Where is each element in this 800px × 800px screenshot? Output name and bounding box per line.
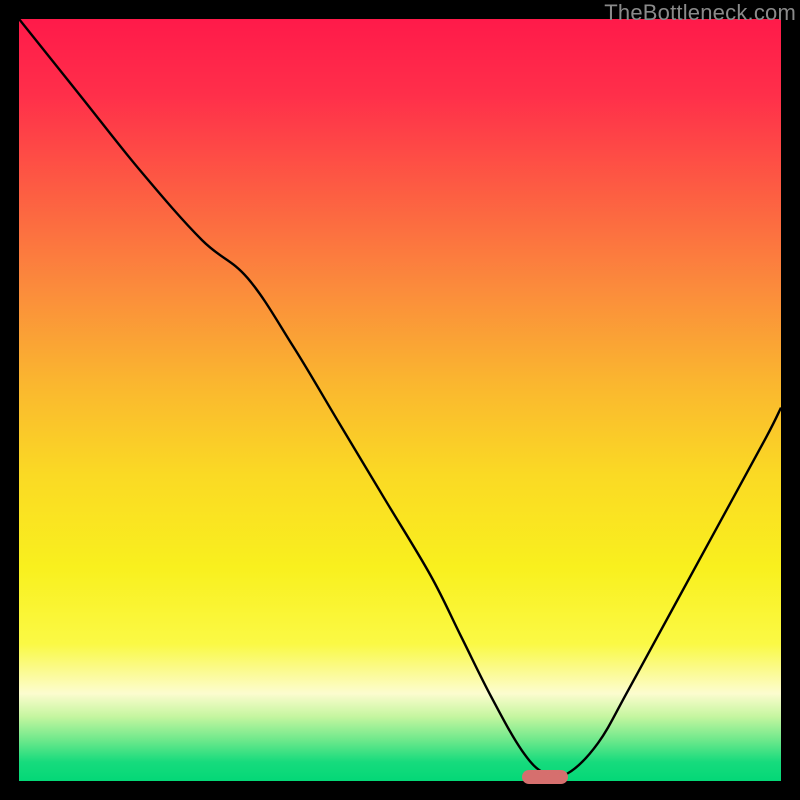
bottleneck-chart xyxy=(19,19,781,781)
optimum-marker xyxy=(522,770,568,784)
gradient-background xyxy=(19,19,781,781)
watermark-text: TheBottleneck.com xyxy=(604,0,796,26)
chart-frame xyxy=(19,19,781,781)
